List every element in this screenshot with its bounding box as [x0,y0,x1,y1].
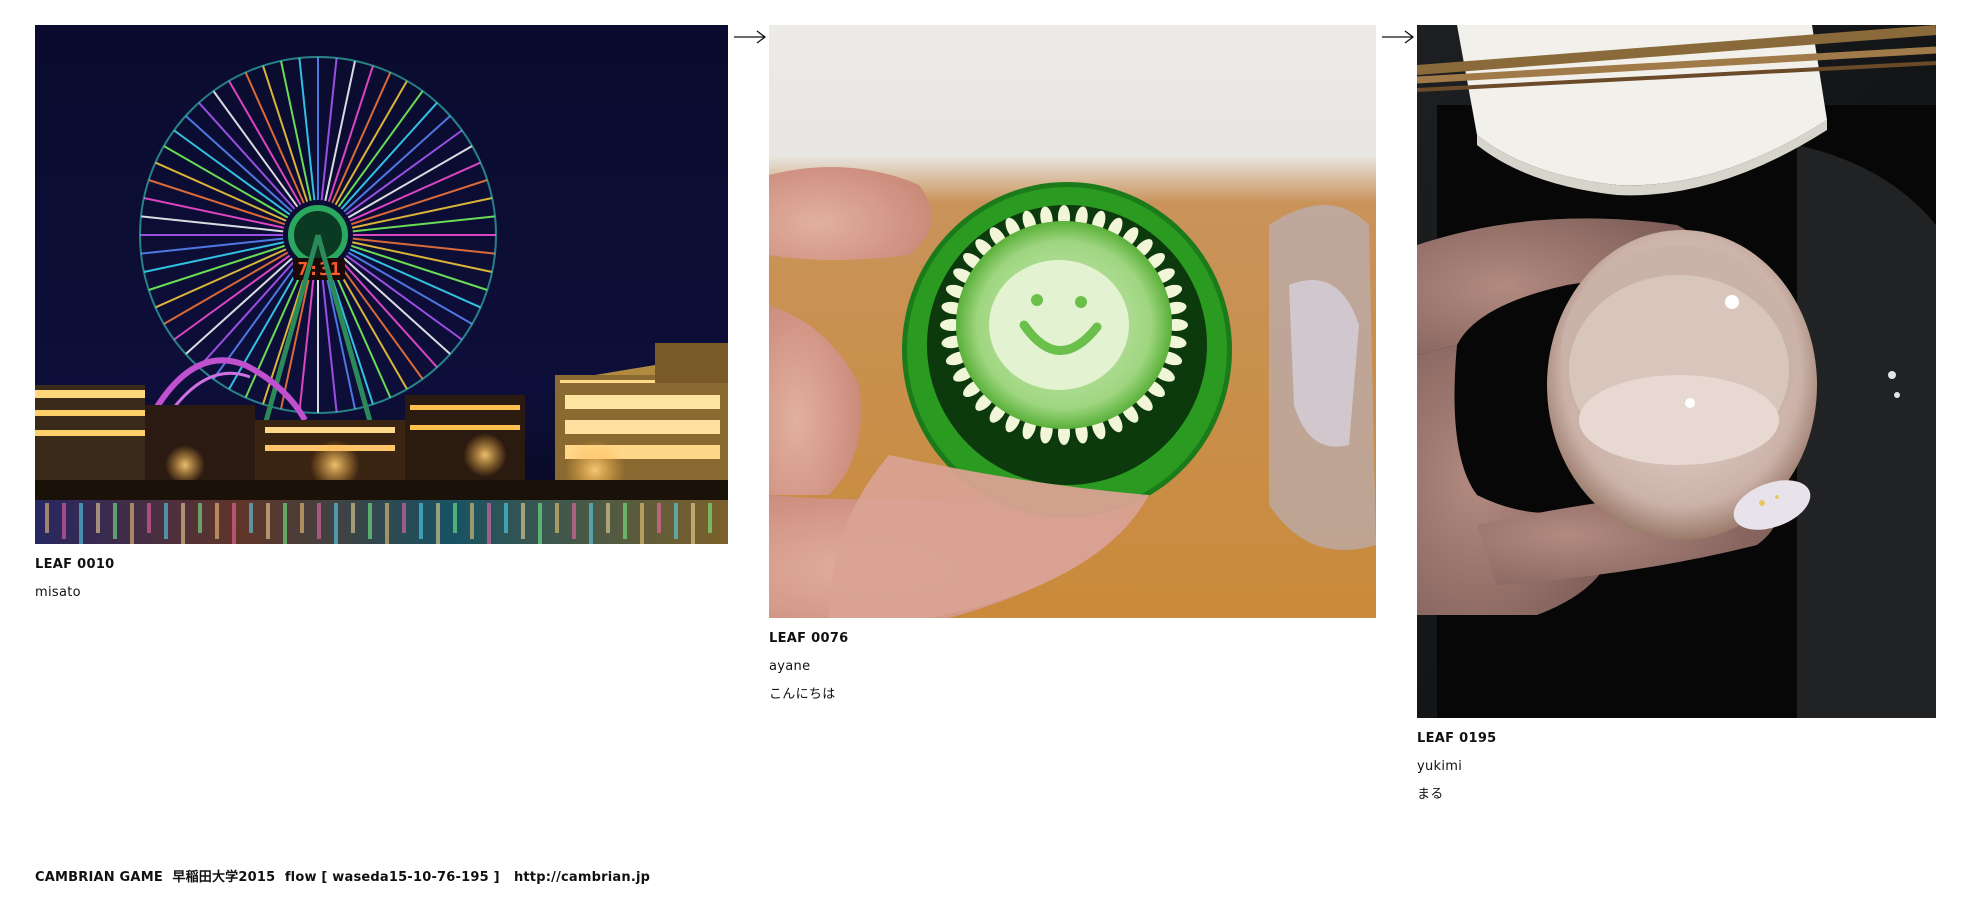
leaf-id-label[interactable]: LEAF 0195 [1417,730,1936,748]
night-ferris-wheel-photo[interactable]: 7:31 [35,25,728,544]
leaf-user-name[interactable]: misato [35,584,728,602]
footer-flow: flow [ waseda15-10-76-195 ] [284,870,500,885]
leaf-message: まる [1417,787,1444,802]
cucumber-image [769,25,1376,618]
ferris-wheel-image: 7:31 [35,25,728,544]
leaf-message: こんにちは [769,687,836,702]
arrow-right-icon [1382,30,1415,44]
leaf-id-label[interactable]: LEAF 0010 [35,556,728,574]
arrow-right-icon [734,30,767,44]
sake-cup-image [1417,25,1936,718]
footer-url-link[interactable]: http://cambrian.jp [514,870,650,885]
footer-event: 早稲田大学2015 [172,870,276,885]
cucumber-smiley-photo[interactable] [769,25,1376,618]
leaf-user-name[interactable]: yukimi [1417,758,1936,776]
leaf-id-label[interactable]: LEAF 0076 [769,630,1376,648]
leaf-card-0195: LEAF 0195 yukimi まる [1417,25,1936,804]
leaf-user-name[interactable]: ayane [769,658,1376,676]
page-footer: CAMBRIAN GAME 早稲田大学2015 flow [ waseda15-… [35,866,650,885]
leaf-card-0010: 7:31 LEAF 0010 misato [35,25,728,602]
sake-cup-photo[interactable] [1417,25,1936,718]
leaf-card-0076: LEAF 0076 ayane こんにちは [769,25,1376,704]
footer-brand[interactable]: CAMBRIAN GAME [35,870,163,885]
